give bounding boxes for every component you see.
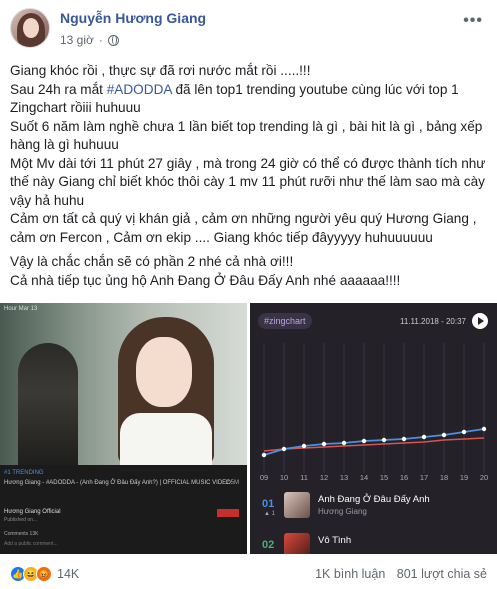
hour-label: 19: [459, 473, 469, 482]
series-line-1: [263, 428, 485, 456]
comment-placeholder: Add a public comment...: [4, 541, 58, 547]
youtube-screenshot-image[interactable]: Hour Mar 13 #1 TRENDING Hương Giang - #A…: [0, 303, 247, 554]
song-thumbnail: [284, 533, 310, 554]
chart-rank: 02: [262, 539, 275, 551]
chart-row[interactable]: 01 ▲ 1 Anh Đang Ở Đâu Đấy Anh Hương Gian…: [250, 490, 497, 524]
song-thumbnail: [284, 492, 310, 518]
hour-label: 09: [259, 473, 269, 482]
more-options-icon[interactable]: •••: [463, 12, 483, 30]
song-title: Vô Tình: [318, 535, 352, 546]
hour-label: 17: [419, 473, 429, 482]
post-text: Giang khóc rồi , thực sự đã rơi nước mắt…: [10, 62, 494, 290]
hour-label: 14: [359, 473, 369, 482]
hour-label: 12: [319, 473, 329, 482]
angry-icon: 😡: [36, 566, 52, 582]
song-title: Anh Đang Ở Đâu Đấy Anh: [318, 494, 430, 505]
hour-label: 11: [300, 473, 308, 482]
globe-icon: [107, 34, 119, 46]
hour-label: 20: [479, 473, 489, 482]
chart-trend: ▲ 1: [264, 511, 275, 517]
video-title: Hương Giang - #ADODDA - (Anh Đang Ở Đâu …: [4, 480, 231, 486]
shares-link[interactable]: 801 lượt chia sẻ: [397, 567, 487, 581]
channel-subtext: Published on...: [4, 517, 38, 523]
post-line: Vậy là chắc chắn sẽ có phần 2 nhé cả nhà…: [10, 254, 294, 269]
chart-row[interactable]: 02 Vô Tình: [250, 531, 497, 554]
hour-label: 15: [379, 473, 389, 482]
video-views: 2.5M: [225, 480, 239, 486]
post-time[interactable]: 13 giờ: [60, 33, 94, 47]
post-meta: 13 giờ ·: [60, 33, 119, 47]
hour-label: 13: [339, 473, 349, 482]
youtube-info: #1 TRENDING Hương Giang - #ADODDA - (Anh…: [0, 465, 247, 554]
author-name[interactable]: Nguyễn Hương Giang: [60, 10, 206, 26]
video-person-man: [18, 343, 78, 465]
zingchart-tag: #zingchart: [258, 313, 312, 329]
post-line: Giang khóc rồi , thực sự đã rơi nước mắt…: [10, 63, 311, 78]
avatar[interactable]: [10, 8, 50, 48]
song-artist: Hương Giang: [318, 507, 367, 516]
dot-separator: ·: [98, 33, 103, 47]
facebook-post: Nguyễn Hương Giang 13 giờ · ••• Giang kh…: [0, 0, 497, 589]
zingchart-hours: 09 10 11 12 13 14 15 16 17 18 19 20: [250, 473, 497, 485]
zingchart-screenshot-image[interactable]: #zingchart 11.11.2018 - 20:37 09 10 11 1…: [250, 303, 497, 554]
hashtag-link[interactable]: #ADODDA: [107, 82, 172, 97]
engagement-stats: 1K bình luận 801 lượt chia sẻ: [315, 567, 487, 581]
hour-label: 18: [439, 473, 449, 482]
trending-label: #1 TRENDING: [4, 470, 44, 476]
zingchart-datetime: 11.11.2018 - 20:37: [400, 317, 466, 326]
channel-name: Hương Giang Official: [4, 509, 61, 515]
post-line: Một Mv dài tới 11 phút 27 giây , mà tron…: [10, 155, 486, 208]
post-line: Suốt 6 năm làm nghề chưa 1 lần biết top …: [10, 118, 483, 153]
subscribe-button: [217, 509, 239, 517]
hour-label: 16: [399, 473, 409, 482]
video-top-label: Hour Mar 13: [4, 306, 38, 312]
hour-label: 10: [279, 473, 289, 482]
post-line: Sau 24h ra mắt #ADODDA đã lên top1 trend…: [10, 81, 459, 116]
reactions-summary[interactable]: 👍 😆 😡 14K: [10, 566, 79, 582]
comments-link[interactable]: 1K bình luận: [315, 567, 385, 581]
post-line: Cả nhà tiếp tục ủng hộ Anh Đang Ở Đâu Đấ…: [10, 272, 401, 288]
video-frame: Hour Mar 13: [0, 303, 247, 465]
zingchart-graph: [261, 343, 487, 473]
comments-count: Comments 13K: [4, 531, 39, 537]
chart-rank: 01: [262, 498, 275, 510]
reaction-count: 14K: [57, 567, 80, 581]
play-icon: [472, 313, 488, 329]
post-line: Cảm ơn tất cả quý vị khán giả , cảm ơn n…: [10, 211, 477, 245]
